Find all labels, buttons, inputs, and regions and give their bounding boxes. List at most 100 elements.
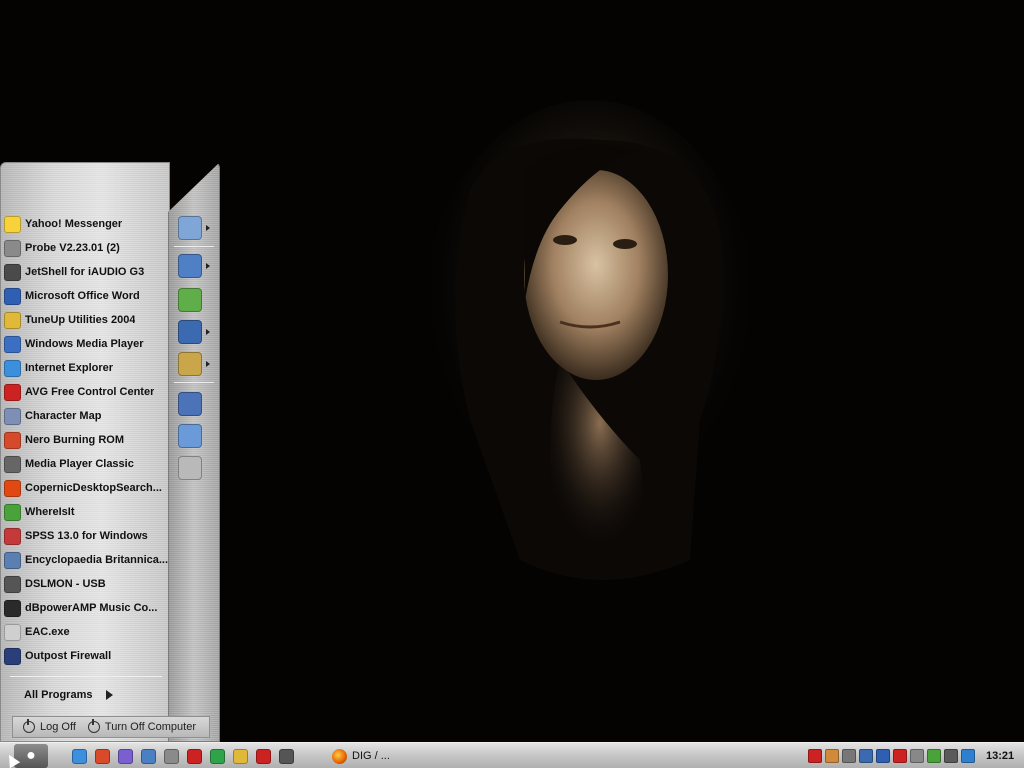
pinned-program[interactable]: Yahoo! Messenger — [2, 212, 170, 236]
pinned-program-label: SPSS 13.0 for Windows — [25, 530, 148, 542]
submenu-arrow-icon — [206, 225, 210, 231]
pinned-program[interactable]: Outpost Firewall — [2, 644, 170, 668]
pinned-program-label: Windows Media Player — [25, 338, 144, 350]
pinned-program[interactable]: Nero Burning ROM — [2, 428, 170, 452]
menu-separator — [174, 382, 214, 383]
pencil-icon[interactable] — [233, 749, 248, 764]
pinned-program-label: JetShell for iAUDIO G3 — [25, 266, 145, 278]
tuneup-icon — [4, 311, 21, 329]
pinned-program-label: Microsoft Office Word — [25, 290, 140, 302]
disc-icon[interactable] — [279, 749, 294, 764]
taskbar: ● DIG / ... 13:21 — [0, 742, 1024, 768]
search-icon[interactable] — [178, 424, 202, 448]
clock: 13:21 — [986, 750, 1015, 762]
firefox-icon — [332, 748, 347, 764]
speaker-icon[interactable] — [910, 749, 924, 763]
turn-off-label: Turn Off Computer — [104, 721, 196, 733]
word-icon — [4, 287, 21, 305]
pinned-program[interactable]: CopernicDesktopSearch... — [2, 476, 170, 500]
taskbar-button-firefox[interactable]: DIG / ... — [328, 746, 468, 766]
log-off-button[interactable]: Log Off — [23, 719, 76, 733]
green-app-icon[interactable] — [210, 749, 225, 764]
help-icon[interactable] — [178, 456, 202, 480]
menu-separator — [174, 246, 214, 247]
pinned-program-label: dBpowerAMP Music Co... — [25, 602, 158, 614]
pinned-program[interactable]: JetShell for iAUDIO G3 — [2, 260, 170, 284]
character-map-icon — [4, 407, 21, 425]
avg-icon[interactable] — [893, 749, 907, 763]
opera-icon[interactable] — [187, 749, 202, 764]
pinned-program-label: Encyclopaedia Britannica... — [25, 554, 169, 566]
tray-app-icon[interactable] — [825, 749, 839, 763]
submenu-arrow-icon — [206, 329, 210, 335]
pinned-program-label: Outpost Firewall — [25, 650, 112, 662]
run-icon[interactable] — [178, 392, 202, 416]
pinned-program-label: Character Map — [25, 410, 102, 422]
nero-icon — [4, 431, 21, 449]
pinned-program[interactable]: EAC.exe — [2, 620, 170, 644]
internet-explorer-icon — [4, 359, 21, 377]
pinned-program-label: AVG Free Control Center — [25, 386, 155, 398]
start-menu-right-panel — [168, 162, 220, 742]
eac-icon — [4, 623, 21, 641]
pinned-program-label: Media Player Classic — [25, 458, 134, 470]
pinned-program[interactable]: Media Player Classic — [2, 452, 170, 476]
pinned-program[interactable]: SPSS 13.0 for Windows — [2, 524, 170, 548]
pinned-program[interactable]: Character Map — [2, 404, 170, 428]
power-icon — [87, 719, 100, 733]
control-panel-icon[interactable] — [178, 288, 202, 312]
my-computer-icon[interactable] — [178, 320, 202, 344]
pinned-program[interactable]: Encyclopaedia Britannica... — [2, 548, 170, 572]
pinned-program[interactable]: Microsoft Office Word — [2, 284, 170, 308]
all-programs-button[interactable]: All Programs — [24, 686, 114, 704]
britannica-icon — [4, 551, 21, 569]
menu-separator — [10, 676, 162, 677]
media-icon[interactable] — [118, 749, 133, 764]
log-off-icon — [23, 719, 35, 733]
pinned-program[interactable]: Windows Media Player — [2, 332, 170, 356]
submenu-arrow-icon — [206, 263, 210, 269]
pinned-program-label: WhereIsIt — [25, 506, 75, 518]
dslmon-icon — [4, 575, 21, 593]
pinned-program[interactable]: Probe V2.23.01 (2) — [2, 236, 170, 260]
media-player-icon — [4, 335, 21, 353]
session-bar: Log Off Turn Off Computer — [12, 716, 210, 738]
settings-icon[interactable] — [164, 749, 179, 764]
globe-icon[interactable] — [876, 749, 890, 763]
pinned-program[interactable]: WhereIsIt — [2, 500, 170, 524]
shield-icon[interactable] — [808, 749, 822, 763]
recent-documents-icon[interactable] — [178, 216, 202, 240]
copernic-icon — [4, 479, 21, 497]
pinned-program[interactable]: dBpowerAMP Music Co... — [2, 596, 170, 620]
whereisit-icon — [4, 503, 21, 521]
start-menu: Yahoo! Messenger Probe V2.23.01 (2) JetShe… — [0, 162, 220, 742]
monitor-icon[interactable] — [842, 749, 856, 763]
pen-icon[interactable] — [944, 749, 958, 763]
messenger-icon[interactable] — [927, 749, 941, 763]
log-off-label: Log Off — [40, 721, 76, 733]
arrow-right-icon — [106, 690, 114, 700]
probe-icon — [4, 239, 21, 257]
flash-icon[interactable] — [95, 749, 110, 764]
outpost-firewall-icon — [4, 647, 21, 665]
pinned-program[interactable]: AVG Free Control Center — [2, 380, 170, 404]
pinned-program[interactable]: Internet Explorer — [2, 356, 170, 380]
start-button[interactable]: ● — [14, 744, 48, 768]
network-icon[interactable] — [859, 749, 873, 763]
pinned-program-label: CopernicDesktopSearch... — [25, 482, 162, 494]
jetshell-icon — [4, 263, 21, 281]
pinned-program-label: Internet Explorer — [25, 362, 114, 374]
pinned-programs-list: Yahoo! Messenger Probe V2.23.01 (2) JetShe… — [2, 212, 170, 668]
pinned-program[interactable]: TuneUp Utilities 2004 — [2, 308, 170, 332]
my-documents-icon[interactable] — [178, 254, 202, 278]
yahoo-messenger-icon — [4, 215, 21, 233]
network-folder-icon[interactable] — [178, 352, 202, 376]
firewall-icon[interactable] — [256, 749, 271, 764]
help-icon[interactable] — [961, 749, 975, 763]
internet-explorer-icon[interactable] — [72, 749, 87, 764]
book-icon[interactable] — [141, 749, 156, 764]
turn-off-button[interactable]: Turn Off Computer — [87, 719, 196, 733]
pinned-program[interactable]: DSLMON - USB — [2, 572, 170, 596]
pinned-program-label: Yahoo! Messenger — [25, 218, 123, 230]
spss-icon — [4, 527, 21, 545]
